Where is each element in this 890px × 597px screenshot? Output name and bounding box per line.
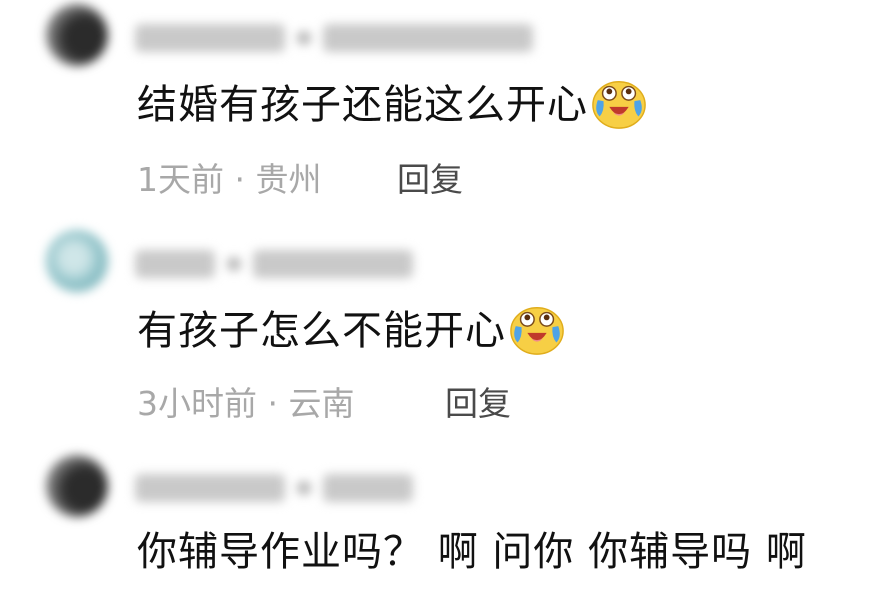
comment-list: 结婚有孩子还能这么开心 1天前 · 贵州 回复 有孩子怎么不能开心 3小时前 ·… — [0, 0, 890, 597]
comment-item: 你辅导作业吗？ 啊 问你 你辅导吗 啊 — [0, 0, 890, 597]
avatar[interactable] — [46, 455, 108, 517]
username-blurred[interactable] — [135, 468, 413, 508]
comment-text-content: 你辅导作业吗？ 啊 问你 你辅导吗 啊 — [137, 529, 807, 575]
comment-text: 你辅导作业吗？ 啊 问你 你辅导吗 啊 — [137, 526, 807, 578]
